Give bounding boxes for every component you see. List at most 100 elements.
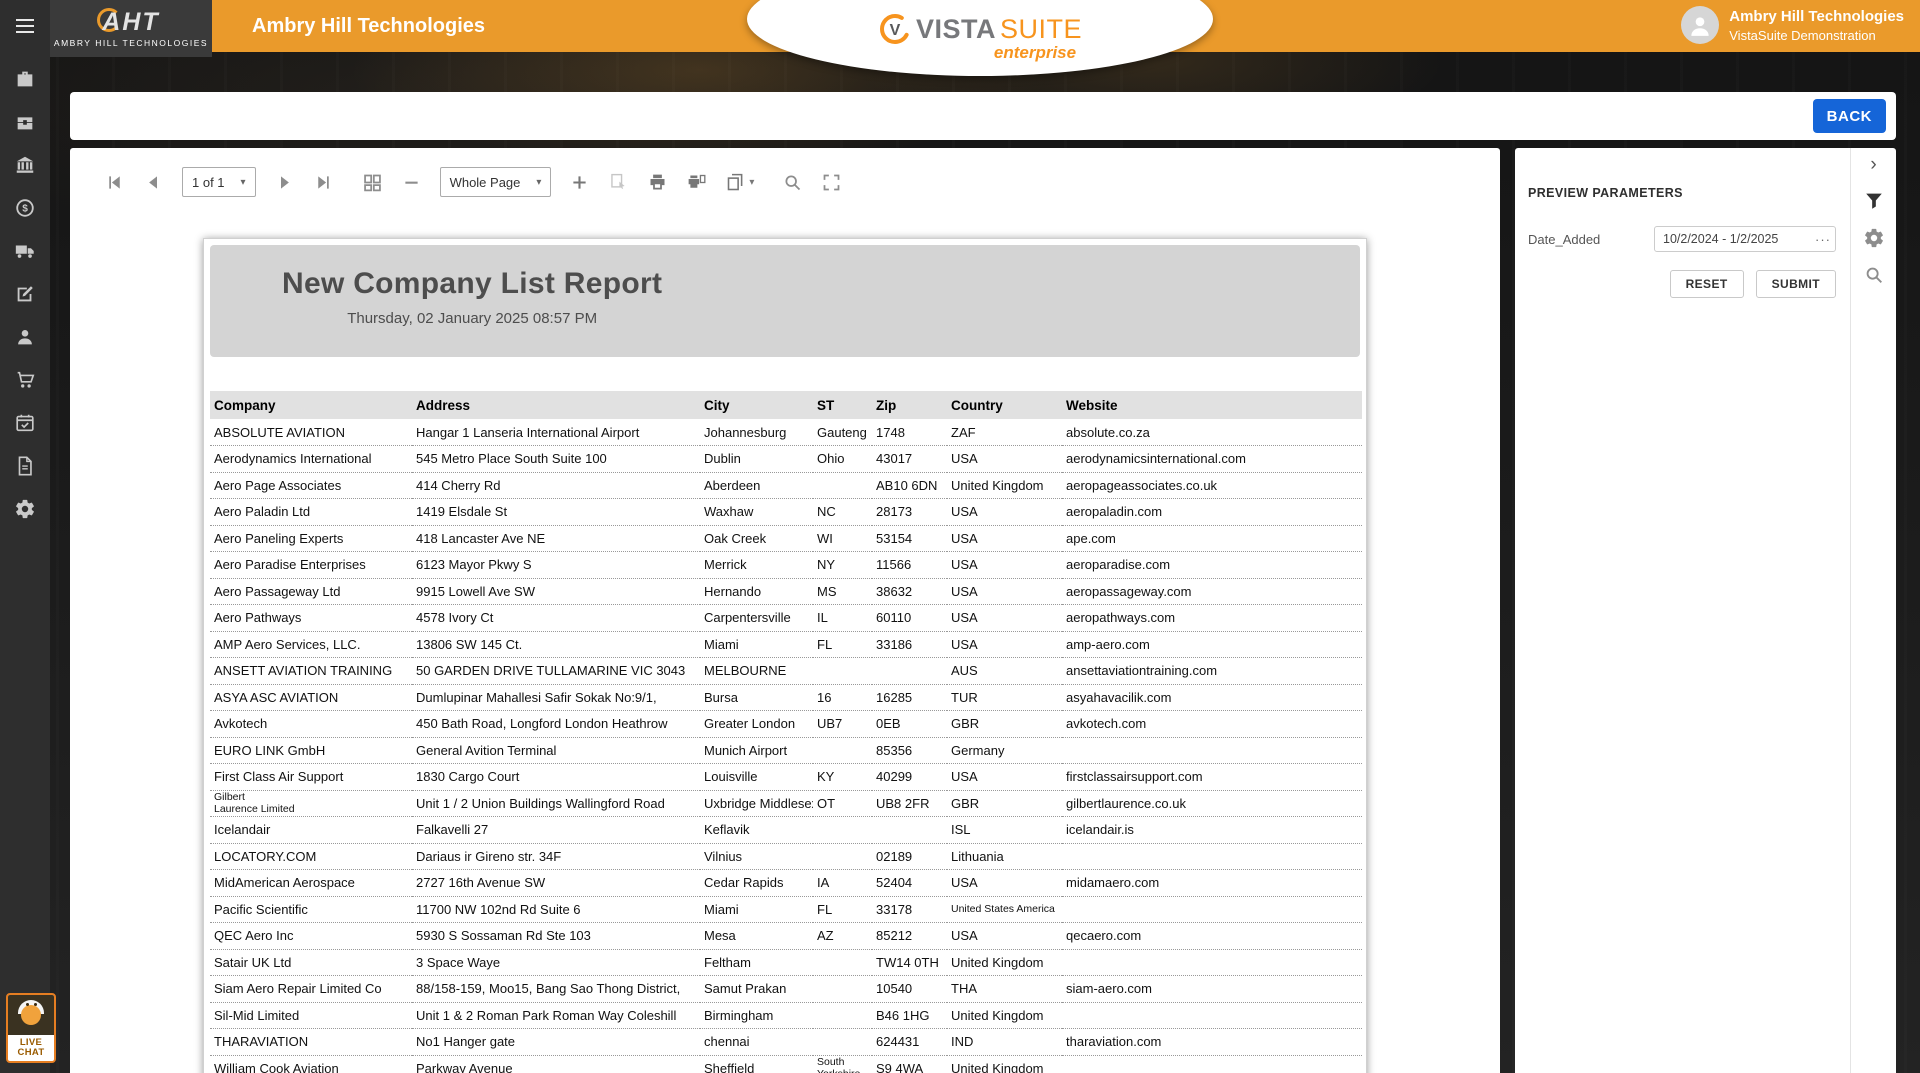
user-org-name: Ambry Hill Technologies <box>1729 8 1904 25</box>
previous-page-icon[interactable] <box>143 172 164 193</box>
live-chat-widget[interactable]: LIVE CHAT <box>6 993 56 1063</box>
chevron-down-icon: ▾ <box>536 177 541 188</box>
parts-box-icon[interactable] <box>14 68 36 90</box>
app-root: $ AHT AMBRY HILL TECHNOLOGIES Ambry Hill… <box>0 0 1920 1073</box>
zoom-select[interactable]: Whole Page▾ <box>440 167 552 197</box>
invoice-icon[interactable] <box>14 455 36 477</box>
table-cell <box>813 472 872 499</box>
next-page-icon[interactable] <box>274 172 295 193</box>
table-row: Sil-Mid LimitedUnit 1 & 2 Roman Park Rom… <box>210 1002 1362 1029</box>
table-cell: icelandair.is <box>1062 817 1362 844</box>
table-cell: Gauteng <box>813 419 872 446</box>
submit-button[interactable]: SUBMIT <box>1756 270 1836 298</box>
date-range-input[interactable] <box>1654 226 1836 252</box>
reset-button[interactable]: RESET <box>1670 270 1744 298</box>
table-cell: United Kingdom <box>947 1055 1062 1073</box>
sidebar: $ <box>0 0 50 1073</box>
table-row: AMP Aero Services, LLC.13806 SW 145 Ct.M… <box>210 631 1362 658</box>
search-icon[interactable] <box>782 172 803 193</box>
finance-icon[interactable]: $ <box>14 197 36 219</box>
last-page-icon[interactable] <box>313 172 334 193</box>
viewer-toolbar: 1 of 1▾ Whole Page▾ ▾ <box>70 158 1500 206</box>
report-title: New Company List Report <box>282 267 662 301</box>
table-cell: GBR <box>947 790 1062 817</box>
table-row: Gilbert Laurence LimitedUnit 1 / 2 Union… <box>210 790 1362 817</box>
avatar[interactable] <box>1681 6 1719 44</box>
table-cell: USA <box>947 499 1062 526</box>
table-cell: AMP Aero Services, LLC. <box>210 631 412 658</box>
table-cell: IND <box>947 1029 1062 1056</box>
table-cell: First Class Air Support <box>210 764 412 791</box>
technician-icon[interactable] <box>14 326 36 348</box>
date-range-more-button[interactable]: ··· <box>1812 227 1834 251</box>
column-header: Zip <box>872 391 947 419</box>
hamburger-menu-button[interactable] <box>0 0 50 52</box>
truck-icon[interactable] <box>14 240 36 262</box>
multi-page-view-icon[interactable] <box>362 172 383 193</box>
settings-gear-icon[interactable] <box>14 498 36 520</box>
table-row: THARAVIATIONNo1 Hanger gatechennai624431… <box>210 1029 1362 1056</box>
table-cell: 418 Lancaster Ave NE <box>412 525 700 552</box>
chevron-down-icon: ▾ <box>749 177 754 188</box>
table-row: IcelandairFalkavelli 27KeflavikISLicelan… <box>210 817 1362 844</box>
table-cell: AUS <box>947 658 1062 685</box>
table-cell: Waxhaw <box>700 499 813 526</box>
page-select[interactable]: 1 of 1▾ <box>182 167 256 197</box>
collapse-chevron-icon[interactable]: › <box>1870 153 1876 175</box>
report-table-header-row: CompanyAddressCitySTZipCountryWebsite <box>210 391 1362 419</box>
table-cell: Aberdeen <box>700 472 813 499</box>
print-icon[interactable] <box>647 172 668 193</box>
column-header: Company <box>210 391 412 419</box>
table-cell: AZ <box>813 923 872 950</box>
table-row: ABSOLUTE AVIATIONHangar 1 Lanseria Inter… <box>210 419 1362 446</box>
calendar-icon[interactable] <box>14 412 36 434</box>
panel-title: PREVIEW PARAMETERS <box>1528 186 1836 200</box>
date-added-label: Date_Added <box>1528 232 1600 247</box>
report-table: CompanyAddressCitySTZipCountryWebsite AB… <box>210 391 1362 1073</box>
table-cell: aeropageassociates.co.uk <box>1062 472 1362 499</box>
table-cell: firstclassairsupport.com <box>1062 764 1362 791</box>
table-cell: Greater London <box>700 711 813 738</box>
table-cell: aeropaladin.com <box>1062 499 1362 526</box>
copy-export-icon[interactable]: ▾ <box>725 172 754 193</box>
table-row: QEC Aero Inc5930 S Sossaman Rd Ste 103Me… <box>210 923 1362 950</box>
table-cell: Unit 1 & 2 Roman Park Roman Way Coleshil… <box>412 1002 700 1029</box>
zoom-in-icon[interactable] <box>569 172 590 193</box>
table-cell: GBR <box>947 711 1062 738</box>
table-cell: Aero Page Associates <box>210 472 412 499</box>
table-cell: USA <box>947 923 1062 950</box>
table-cell: 02189 <box>872 843 947 870</box>
table-row: Aerodynamics International545 Metro Plac… <box>210 446 1362 473</box>
report-table-body: ABSOLUTE AVIATIONHangar 1 Lanseria Inter… <box>210 419 1362 1073</box>
table-cell: 3 Space Waye <box>412 949 700 976</box>
table-cell: 9915 Lowell Ave SW <box>412 578 700 605</box>
pointer-mode-icon[interactable] <box>608 172 629 193</box>
table-cell <box>813 1029 872 1056</box>
briefcase-icon[interactable] <box>14 111 36 133</box>
cart-icon[interactable] <box>14 369 36 391</box>
bank-icon[interactable] <box>14 154 36 176</box>
search-icon[interactable] <box>1863 264 1885 286</box>
table-cell: Uxbridge Middlesex <box>700 790 813 817</box>
table-cell: AB10 6DN <box>872 472 947 499</box>
table-cell: NY <box>813 552 872 579</box>
edit-order-icon[interactable] <box>14 283 36 305</box>
table-cell: QEC Aero Inc <box>210 923 412 950</box>
back-button[interactable]: BACK <box>1813 99 1886 133</box>
table-cell: South Yorkshire <box>813 1055 872 1073</box>
zoom-out-icon[interactable] <box>401 172 422 193</box>
chevron-down-icon: ▾ <box>241 177 246 188</box>
table-cell: 16 <box>813 684 872 711</box>
table-cell: 10540 <box>872 976 947 1003</box>
table-row: First Class Air Support1830 Cargo CourtL… <box>210 764 1362 791</box>
settings-gear-icon[interactable] <box>1863 227 1885 249</box>
table-cell: Satair UK Ltd <box>210 949 412 976</box>
print-page-icon[interactable] <box>686 172 707 193</box>
fullscreen-icon[interactable] <box>821 172 842 193</box>
table-cell: Aero Paladin Ltd <box>210 499 412 526</box>
table-cell: TUR <box>947 684 1062 711</box>
table-cell: S9 4WA <box>872 1055 947 1073</box>
filter-icon[interactable] <box>1863 190 1885 212</box>
first-page-icon[interactable] <box>104 172 125 193</box>
column-header: City <box>700 391 813 419</box>
